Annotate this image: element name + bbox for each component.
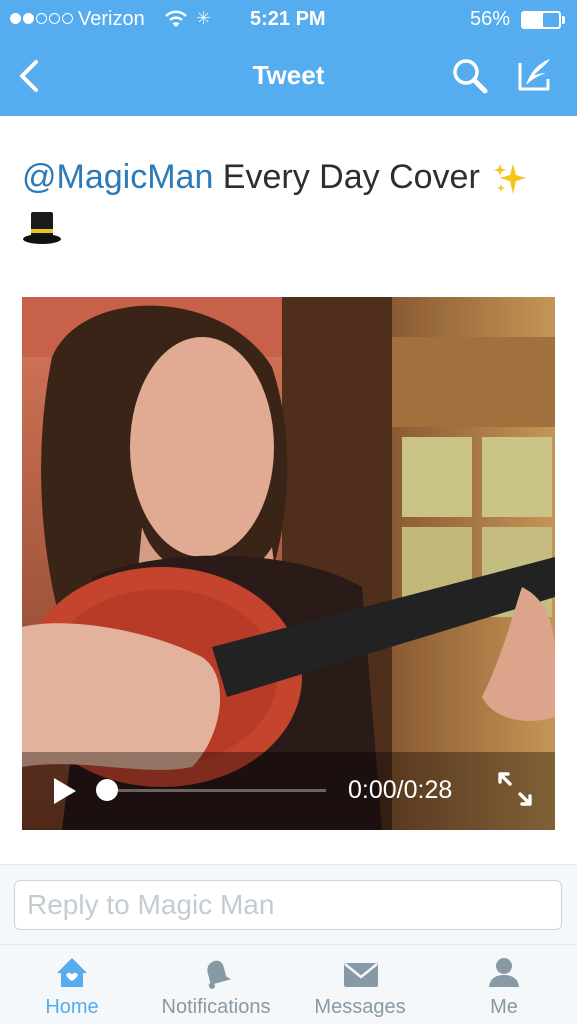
status-bar: Verizon ✳ 5:21 PM 56% [0, 0, 577, 38]
clock: 5:21 PM [250, 8, 326, 30]
wifi-icon [165, 10, 187, 27]
scrubber-handle[interactable] [96, 779, 118, 801]
fullscreen-icon[interactable] [496, 770, 534, 808]
top-hat-emoji-icon [23, 212, 61, 244]
top-bar: Verizon ✳ 5:21 PM 56% Tweet [0, 0, 577, 116]
time-separator: / [396, 776, 404, 804]
tab-me[interactable]: Me [432, 945, 576, 1024]
envelope-icon [344, 963, 378, 987]
tab-label: Home [45, 996, 99, 1018]
person-icon [489, 958, 519, 987]
current-time: 0:00 [348, 776, 397, 804]
page-title: Tweet [252, 60, 325, 90]
duration: 0:28 [403, 776, 453, 804]
carrier-name: Verizon [78, 8, 145, 30]
tab-notifications[interactable]: Notifications [144, 945, 288, 1024]
search-icon[interactable] [450, 56, 490, 96]
video-time: 0:00/0:28 [348, 776, 452, 805]
tab-bar: Home Notifications Messages Me [0, 944, 577, 1024]
video-player[interactable]: 0:00/0:28 [22, 297, 555, 830]
signal-strength-icon [10, 13, 73, 24]
reply-bar [0, 864, 577, 944]
signal-dot [49, 13, 60, 24]
bell-icon [207, 960, 232, 989]
sparkles-emoji-icon [494, 164, 527, 195]
signal-dot [36, 13, 47, 24]
video-scrubber[interactable] [108, 789, 326, 792]
battery-fill [523, 13, 544, 27]
signal-dot [10, 13, 21, 24]
battery-nub [562, 16, 565, 24]
tab-messages[interactable]: Messages [288, 945, 432, 1024]
battery-percent: 56% [470, 8, 511, 30]
video-controls: 0:00/0:28 [22, 752, 555, 830]
signal-dot [62, 13, 73, 24]
mention-link[interactable]: @MagicMan [22, 158, 213, 196]
tab-label: Notifications [161, 996, 271, 1018]
battery-icon [521, 11, 561, 29]
home-icon [57, 958, 87, 987]
video-frame [22, 297, 555, 830]
activity-spinner-icon: ✳ [196, 8, 212, 28]
compose-icon[interactable] [514, 55, 558, 95]
reply-input[interactable] [14, 880, 562, 930]
tab-label: Me [490, 996, 518, 1018]
signal-dot [23, 13, 34, 24]
tweet-body: Every Day Cover [213, 158, 490, 196]
play-icon[interactable] [52, 776, 78, 806]
tab-label: Messages [314, 996, 406, 1018]
tab-home[interactable]: Home [0, 945, 144, 1024]
tweet-text: @MagicMan Every Day Cover [22, 150, 552, 246]
